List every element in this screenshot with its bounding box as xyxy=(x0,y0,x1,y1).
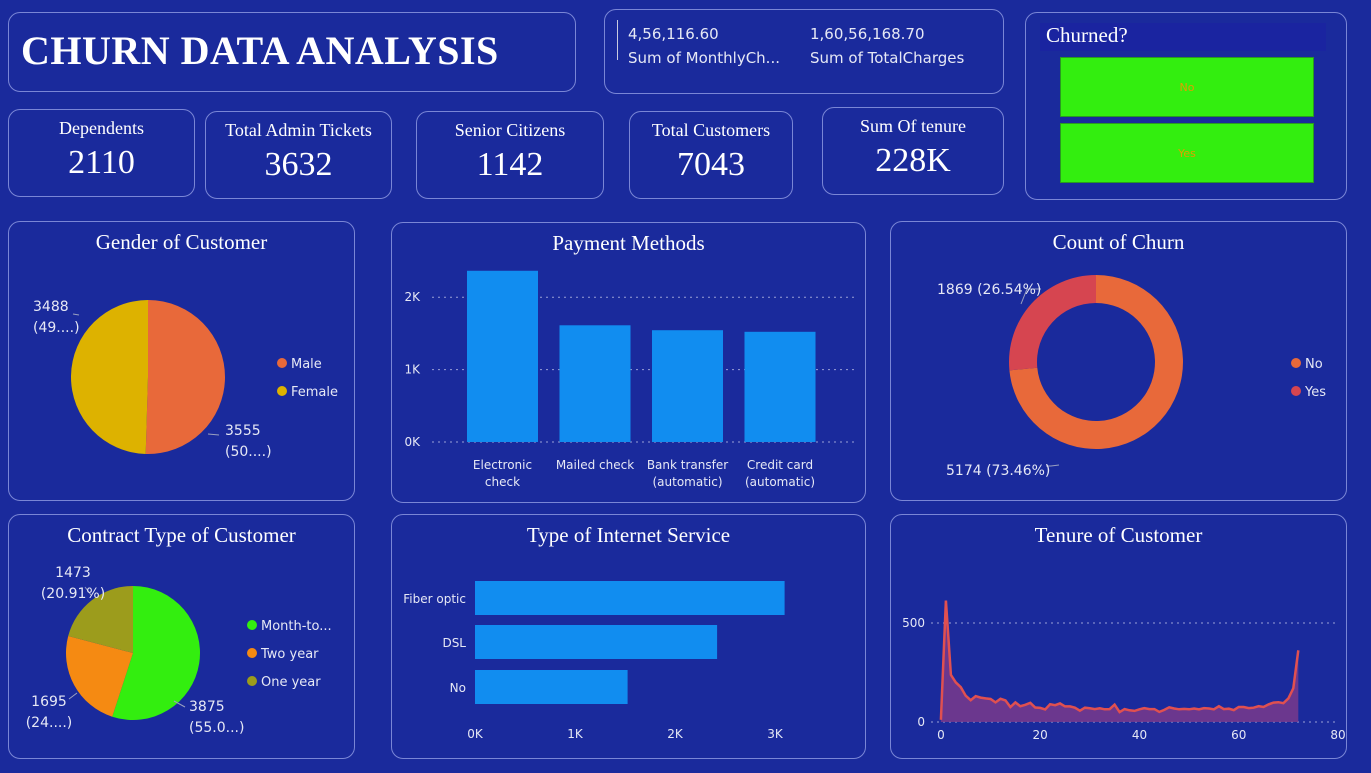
tenure-xtick-0: 0 xyxy=(937,728,945,742)
slicer-option-no[interactable]: No xyxy=(1060,57,1314,117)
gender-legend-label-0: Male xyxy=(291,357,322,372)
tenure-card: Tenure of Customer 0 500 0 20 40 60 80 xyxy=(890,514,1347,759)
payment-ytick-2: 2K xyxy=(404,290,421,304)
internet-bar-chart: Fiber optic DSL No 0K 1K 2K 3K xyxy=(403,581,785,741)
title-card: CHURN DATA ANALYSIS xyxy=(8,12,576,92)
gender-data-label-0: 3555 (50....) xyxy=(225,423,272,460)
tenure-ytick-0: 0 xyxy=(917,715,925,729)
total-charges-value: 1,60,56,168.70 xyxy=(810,25,925,43)
slicer-option-yes[interactable]: Yes xyxy=(1060,123,1314,183)
churned-slicer: Churned? No Yes xyxy=(1025,12,1347,200)
churn-legend-label-0: No xyxy=(1305,357,1323,372)
internet-card: Type of Internet Service Fiber optic DSL N… xyxy=(391,514,866,759)
internet-ytick-0: Fiber optic xyxy=(403,592,466,606)
internet-ytick-2: No xyxy=(450,681,466,695)
churn-legend-marker-1 xyxy=(1291,386,1301,396)
gender-card: Gender of Customer 3555 (50....) 3488 (49..… xyxy=(8,221,355,501)
kpi-sum-tenure: Sum Of tenure 228K xyxy=(822,107,1004,195)
gender-legend-marker-1 xyxy=(277,386,287,396)
contract-data-label-2: 1473 (20.91%) xyxy=(41,565,105,602)
kpi-total-customers: Total Customers 7043 xyxy=(629,111,793,199)
contract-legend-label-1: Two year xyxy=(260,647,319,662)
kpi-label: Total Customers xyxy=(651,120,771,140)
payment-xtick-0: Electronic check xyxy=(473,458,532,489)
monthly-charges-value: 4,56,116.60 xyxy=(628,25,719,43)
payment-xtick-1: Mailed check xyxy=(556,458,634,472)
gender-data-label-1: 3488 (49....) xyxy=(33,299,80,336)
churn-legend-label-1: Yes xyxy=(1304,385,1326,400)
payment-xtick-3: Credit card (automatic) xyxy=(745,458,815,489)
gender-legend-marker-0 xyxy=(277,358,287,368)
contract-legend-label-2: One year xyxy=(261,675,321,690)
gender-leader-1 xyxy=(72,313,80,316)
contract-legend-marker-1 xyxy=(247,648,257,658)
payment-bar-2 xyxy=(652,330,723,442)
kpi-label: Sum Of tenure xyxy=(860,116,966,136)
churn-card: Count of Churn 5174 (73.46%) 1869 (26.54%… xyxy=(890,221,1347,501)
kpi-label: Total Admin Tickets xyxy=(225,120,372,140)
gender-slice-0 xyxy=(145,300,225,454)
kpi-value: 2110 xyxy=(68,144,135,181)
payment-card: Payment Methods 0K 1K 2K Electronic check Mai… xyxy=(391,222,866,503)
tenure-line xyxy=(939,600,1300,720)
churn-legend-marker-0 xyxy=(1291,358,1301,368)
sums-card: 4,56,116.60 Sum of MonthlyCh... 1,60,56,… xyxy=(604,9,1004,94)
contract-legend-label-0: Month-to... xyxy=(261,619,332,634)
internet-bar-1 xyxy=(475,625,718,659)
internet-xtick-1: 1K xyxy=(567,727,584,741)
payment-bar-chart: 0K 1K 2K Electronic check Mailed check Bank tr… xyxy=(404,270,857,489)
contract-data-label-0: 3875 (55.0...) xyxy=(189,699,244,736)
kpi-value: 1142 xyxy=(476,146,544,183)
internet-bar-0 xyxy=(475,581,785,615)
payment-bar-3 xyxy=(744,331,816,442)
tenure-area-chart: 0 500 0 20 40 60 80 xyxy=(902,600,1346,742)
slicer-title: Churned? xyxy=(1040,23,1326,51)
tenure-xtick-1: 20 xyxy=(1033,728,1048,742)
payment-xtick-2: Bank transfer (automatic) xyxy=(647,458,728,489)
kpi-senior-citizens: Senior Citizens 1142 xyxy=(416,111,604,199)
kpi-label: Senior Citizens xyxy=(454,120,566,140)
tenure-xtick-3: 60 xyxy=(1231,728,1246,742)
tenure-xtick-2: 40 xyxy=(1132,728,1147,742)
sums-divider xyxy=(617,20,618,60)
internet-xtick-0: 0K xyxy=(467,727,484,741)
monthly-charges-label: Sum of MonthlyCh... xyxy=(628,49,780,67)
tenure-ytick-1: 500 xyxy=(902,616,925,630)
contract-pie-chart: 3875 (55.0...) 1695 (24....) 1473 (20.91%) Mon… xyxy=(26,565,332,736)
kpi-dependents: Dependents 2110 xyxy=(8,109,195,197)
internet-bar-2 xyxy=(475,670,628,704)
contract-leader-1 xyxy=(68,692,78,700)
contract-legend-marker-2 xyxy=(247,676,257,686)
kpi-label: Dependents xyxy=(59,118,144,138)
payment-bar-1 xyxy=(559,325,631,442)
internet-xtick-2: 2K xyxy=(667,727,684,741)
internet-ytick-1: DSL xyxy=(442,636,466,650)
tenure-xtick-4: 80 xyxy=(1330,728,1345,742)
churn-data-label-0: 5174 (73.46%) xyxy=(946,463,1050,479)
internet-xtick-3: 3K xyxy=(767,727,784,741)
kpi-value: 7043 xyxy=(677,146,745,183)
gender-leader-0 xyxy=(207,433,220,436)
churn-donut-chart: 5174 (73.46%) 1869 (26.54%) No Yes xyxy=(937,275,1326,479)
payment-bar-0 xyxy=(467,270,538,442)
contract-data-label-1: 1695 (24....) xyxy=(26,694,73,731)
kpi-admin-tickets: Total Admin Tickets 3632 xyxy=(205,111,392,199)
contract-legend-marker-0 xyxy=(247,620,257,630)
total-charges-label: Sum of TotalCharges xyxy=(810,49,965,67)
kpi-value: 3632 xyxy=(264,146,333,183)
gender-pie-chart: 3555 (50....) 3488 (49....) Male Female xyxy=(33,299,338,460)
gender-slice-1 xyxy=(70,300,148,454)
kpi-value: 228K xyxy=(875,142,951,179)
payment-ytick-0: 0K xyxy=(404,435,421,449)
gender-legend-label-1: Female xyxy=(291,385,338,400)
churn-data-label-1: 1869 (26.54%) xyxy=(937,282,1041,298)
contract-card: Contract Type of Customer 3875 (55.0...) 1… xyxy=(8,514,355,759)
tenure-area xyxy=(940,600,1299,722)
payment-ytick-1: 1K xyxy=(404,363,421,377)
page-title: CHURN DATA ANALYSIS xyxy=(21,28,499,73)
